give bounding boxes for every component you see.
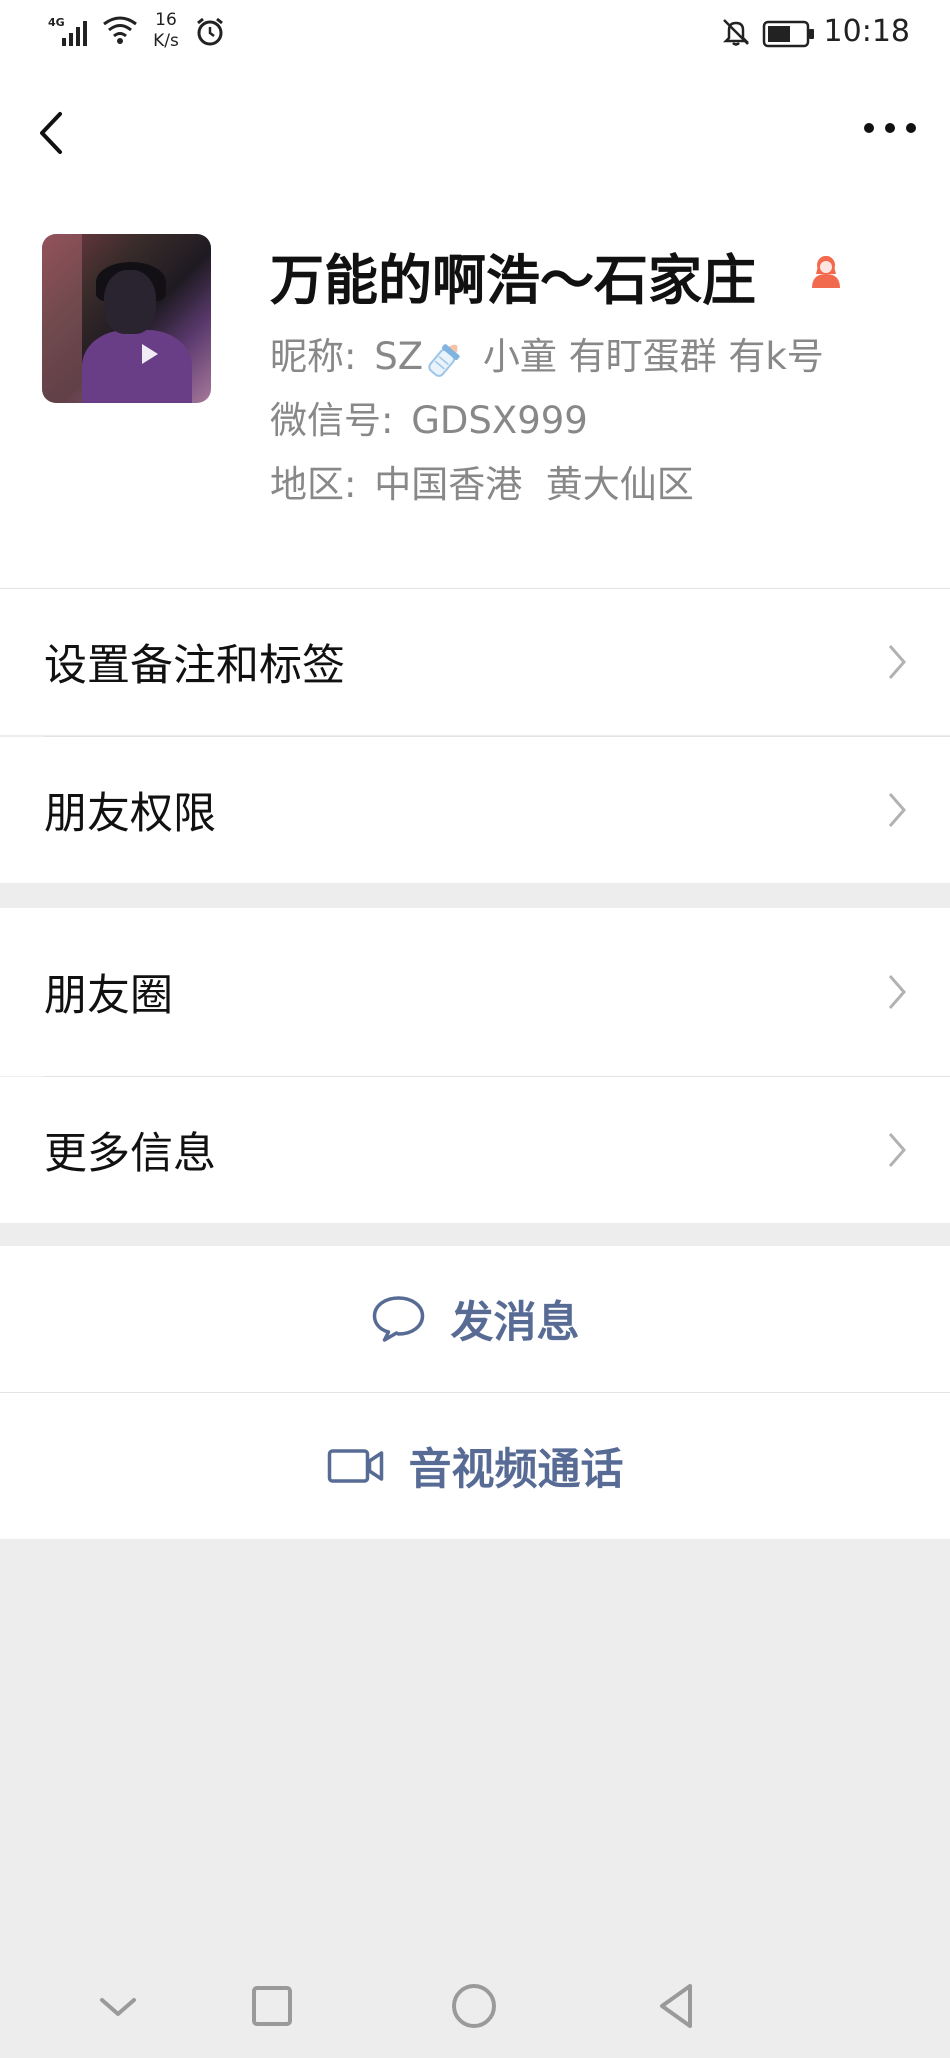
clock: 10:18 (823, 14, 910, 49)
home-button[interactable] (444, 1976, 504, 2036)
circle-icon (452, 1984, 496, 2028)
back-nav-button[interactable] (646, 1976, 706, 2036)
chevron-left-icon (40, 112, 62, 154)
triangle-back-icon (660, 1984, 692, 2028)
speed-value: 16 (155, 10, 177, 30)
network-speed: 16 K/s (146, 10, 186, 52)
friend-permissions-row[interactable]: 朋友权限 (0, 737, 950, 883)
display-name: 万能的啊浩～石家庄 (270, 249, 756, 312)
moments-label: 朋友圈 (44, 971, 173, 1021)
back-button[interactable] (30, 100, 80, 160)
female-gender-icon (806, 252, 846, 292)
more-button[interactable] (860, 108, 920, 148)
remark-tags-row[interactable]: 设置备注和标签 (0, 589, 950, 735)
region-row: 地区: 中国香港 黄大仙区 (270, 454, 694, 508)
chevron-right-icon (888, 1133, 906, 1167)
friend-permissions-label: 朋友权限 (44, 789, 216, 839)
send-message-label: 发消息 (450, 1298, 580, 1348)
nickname-row: 昵称: SZ 小童 有盯蛋群 有k号 (270, 326, 824, 381)
wechat-id-label: 微信号: (270, 399, 394, 442)
chat-bubble-icon (372, 1296, 425, 1342)
wifi-icon (102, 14, 138, 50)
speed-unit: K/s (153, 31, 179, 51)
more-dots-icon (864, 123, 916, 133)
recents-button[interactable] (242, 1976, 302, 2036)
more-info-label: 更多信息 (44, 1129, 216, 1179)
status-bar: 4G 16 K/s 10:18 (0, 0, 950, 66)
send-message-button[interactable]: 发消息 (0, 1246, 950, 1392)
chevron-down-icon (100, 1998, 136, 2016)
signal-icon: 4G (48, 14, 96, 52)
video-call-label: 音视频通话 (408, 1445, 624, 1495)
wechat-id-row: 微信号: GDSX999 (270, 390, 588, 444)
remark-tags-label: 设置备注和标签 (44, 641, 345, 691)
hide-keyboard-button[interactable] (88, 1976, 148, 2036)
baby-bottle-icon (423, 337, 467, 381)
nickname-suffix: 小童 有盯蛋群 有k号 (471, 335, 824, 378)
video-call-button[interactable]: 音视频通话 (0, 1393, 950, 1539)
battery-icon (762, 20, 816, 52)
wechat-id-value: GDSX999 (411, 399, 588, 442)
nickname-label: 昵称: (270, 335, 357, 378)
nickname-prefix: SZ (374, 335, 424, 378)
mute-bell-icon (720, 16, 752, 52)
alarm-icon (194, 16, 226, 52)
region-value: 中国香港 黄大仙区 (374, 463, 694, 506)
avatar[interactable] (42, 234, 211, 403)
chevron-right-icon (888, 975, 906, 1009)
chevron-right-icon (888, 793, 906, 827)
video-camera-icon (327, 1449, 384, 1483)
system-nav-bar (0, 1960, 950, 2058)
square-icon (252, 1986, 292, 2026)
chevron-right-icon (888, 645, 906, 679)
moments-row[interactable]: 朋友圈 (0, 908, 950, 1076)
top-bar (0, 66, 950, 196)
region-label: 地区: (270, 463, 357, 506)
profile-card: 万能的啊浩～石家庄 昵称: SZ 小童 有盯蛋群 有k号 微信号: GDSX99… (0, 196, 950, 588)
more-info-row[interactable]: 更多信息 (0, 1077, 950, 1223)
network-type: 4G (48, 16, 65, 29)
